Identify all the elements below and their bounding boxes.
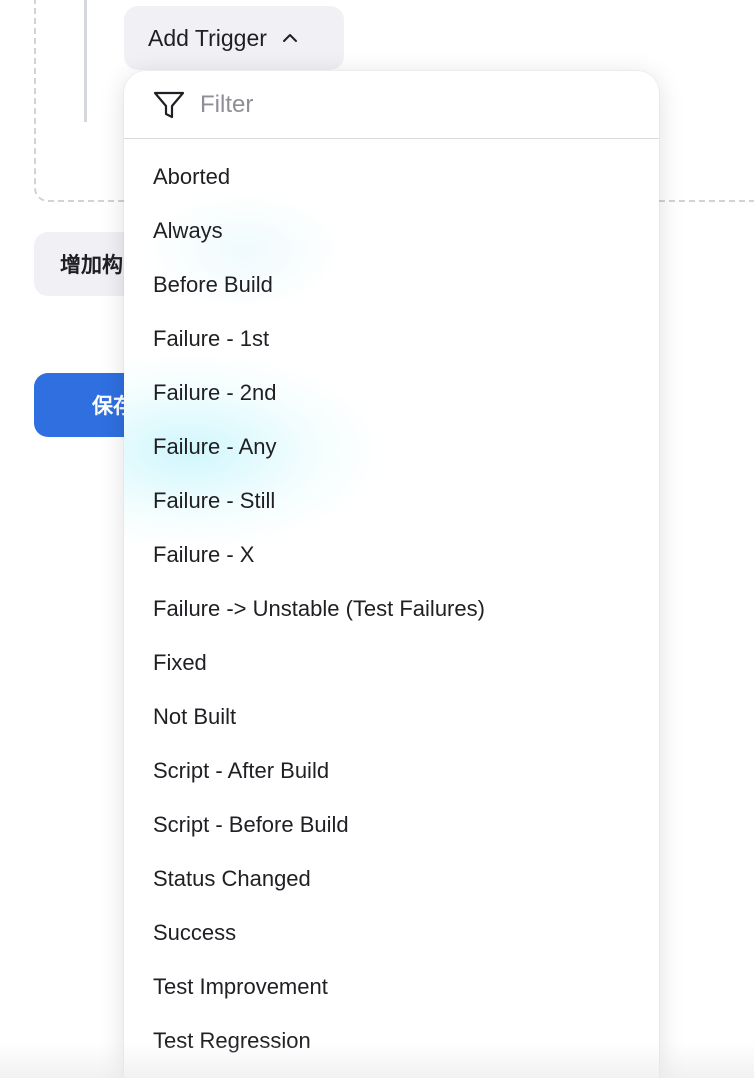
filter-input[interactable] bbox=[200, 90, 600, 119]
filter-icon bbox=[153, 91, 185, 118]
trigger-option[interactable]: Failure -> Unstable (Test Failures) bbox=[124, 582, 659, 636]
add-trigger-button[interactable]: Add Trigger bbox=[124, 6, 344, 70]
trigger-option[interactable]: Failure - Any bbox=[124, 420, 659, 474]
add-build-step-label: 增加构 bbox=[60, 254, 123, 277]
trigger-option[interactable]: Script - Before Build bbox=[124, 798, 659, 852]
trigger-option[interactable]: Always bbox=[124, 204, 659, 258]
trigger-option[interactable]: Success bbox=[124, 906, 659, 960]
page: Add Trigger 增加构 保存 AbortedAlwaysBefore B… bbox=[0, 0, 754, 1078]
trigger-option[interactable]: Fixed bbox=[124, 636, 659, 690]
trigger-option[interactable]: Status Changed bbox=[124, 852, 659, 906]
trigger-option[interactable]: Failure - 2nd bbox=[124, 366, 659, 420]
trigger-option[interactable]: Script - After Build bbox=[124, 744, 659, 798]
add-trigger-label: Add Trigger bbox=[148, 24, 267, 51]
section-divider-line bbox=[84, 0, 87, 122]
trigger-dropdown-menu: AbortedAlwaysBefore BuildFailure - 1stFa… bbox=[124, 71, 659, 1078]
trigger-option[interactable]: Not Built bbox=[124, 690, 659, 744]
trigger-options-list: Aborted Always Before Build Failure - 1st Fa… bbox=[124, 139, 659, 1068]
trigger-option[interactable]: Failure - X bbox=[124, 528, 659, 582]
trigger-option[interactable]: Test Improvement bbox=[124, 960, 659, 1014]
trigger-option[interactable]: Test Regression bbox=[124, 1014, 659, 1068]
trigger-option[interactable]: Failure - 1st bbox=[124, 312, 659, 366]
trigger-option[interactable]: Failure - Still bbox=[124, 474, 659, 528]
chevron-up-icon bbox=[282, 34, 297, 42]
trigger-option[interactable]: Before Build bbox=[124, 258, 659, 312]
filter-row bbox=[124, 71, 659, 139]
trigger-option[interactable]: Aborted bbox=[124, 150, 659, 204]
